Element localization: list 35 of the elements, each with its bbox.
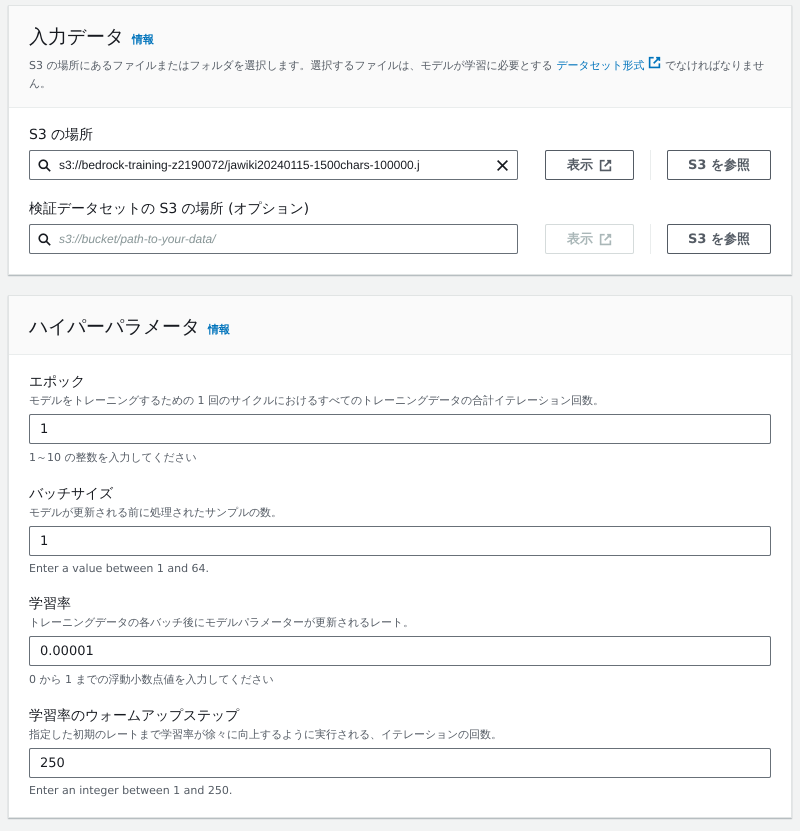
field-constraint: Enter a value between 1 and 64. <box>29 562 210 575</box>
external-link-icon <box>599 158 612 172</box>
input-field[interactable]: 1 <box>29 526 771 556</box>
field-constraint: 0 から 1 までの浮動小数点値を入力してください <box>29 672 274 687</box>
s3-path-field[interactable]: s3://bucket/path-to-your-data/ <box>29 224 518 254</box>
field-label: エポック <box>29 373 86 391</box>
external-link-icon <box>599 232 612 246</box>
input-field[interactable]: 0.00001 <box>29 636 771 666</box>
section-description: S3 の場所にあるファイルまたはフォルダを選択します。選択するファイルは、モデルが学習に必要とする データセット形式 でなければなりません。 <box>29 56 771 93</box>
field-label: 学習率のウォームアップステップ <box>29 707 240 725</box>
field-description: モデルが更新される前に処理されたサンプルの数。 <box>29 505 283 520</box>
clear-button[interactable] <box>496 158 509 172</box>
info-link[interactable]: 情報 <box>208 322 230 337</box>
field-label: バッチサイズ <box>29 485 114 503</box>
field-description: 指定した初期のレートまで学習率が徐々に向上するように実行される、イテレーションの回数。 <box>29 727 503 742</box>
external-link-icon <box>648 56 661 69</box>
field-label: S3 の場所 <box>29 126 94 144</box>
input-field[interactable]: 250 <box>29 748 771 778</box>
field-constraint: Enter an integer between 1 and 250. <box>29 784 234 797</box>
section-title: ハイパーパラメータ <box>29 315 200 340</box>
s3-path-field[interactable]: s3://bedrock-training-z2190072/jawiki20240115-1500chars-100000.j <box>29 150 518 180</box>
field-description: モデルをトレーニングするための 1 回のサイクルにおけるすべてのトレーニングデータの合計イテレーション回数。 <box>29 393 605 408</box>
view-button[interactable]: 表示 <box>545 150 634 180</box>
search-icon <box>38 232 51 246</box>
field-description: トレーニングデータの各バッチ後にモデルパラメーターが更新されるレート。 <box>29 615 415 630</box>
browse-s3-button[interactable]: S3 を参照 <box>667 150 771 180</box>
info-link[interactable]: 情報 <box>132 32 154 47</box>
input-field[interactable]: 1 <box>29 414 771 444</box>
section-title: 入力データ <box>29 25 124 50</box>
browse-s3-button[interactable]: S3 を参照 <box>667 224 771 254</box>
field-label: 検証データセットの S3 の場所 (オプション) <box>29 200 310 218</box>
field-label: 学習率 <box>29 595 72 613</box>
search-icon <box>38 158 51 172</box>
dataset-format-link[interactable]: データセット形式 <box>556 59 661 72</box>
field-constraint: 1～10 の整数を入力してください <box>29 450 198 465</box>
